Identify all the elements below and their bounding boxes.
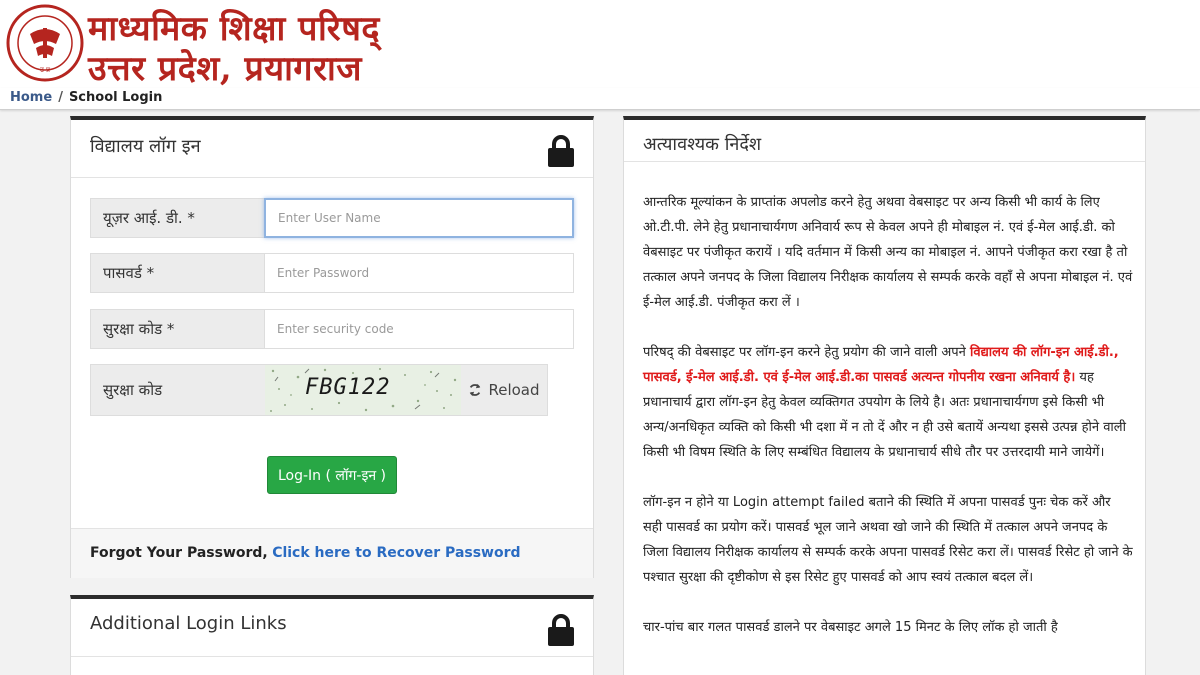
instruction-paragraph-1: आन्तरिक मूल्यांकन के प्राप्तांक अपलोड कर…: [643, 195, 1133, 310]
user-id-input[interactable]: [264, 198, 574, 238]
instructions-title: अत्यावश्यक निर्देश: [643, 134, 762, 155]
password-row: पासवर्ड *: [90, 253, 574, 293]
instructions-body: आन्तरिक मूल्यांकन के प्राप्तांक अपलोड कर…: [643, 190, 1133, 665]
forgot-password-text: Forgot Your Password,: [90, 545, 268, 561]
breadcrumb-home-link[interactable]: Home: [10, 90, 52, 105]
captcha-text: FBG122: [305, 375, 391, 400]
forgot-password-bar: Forgot Your Password, Click here to Reco…: [71, 528, 593, 578]
reload-label: Reload: [488, 381, 540, 399]
instruction-paragraph-2: परिषद् की वेबसाइट पर लॉग-इन करने हेतु प्…: [643, 340, 1133, 465]
captcha-row: सुरक्षा कोड FBG122 Reload: [90, 364, 548, 416]
links-panel-title: Additional Login Links: [90, 613, 287, 634]
breadcrumb-current: School Login: [68, 90, 163, 105]
instructions-panel: अत्यावश्यक निर्देश आन्तरिक मूल्यांकन के …: [623, 116, 1146, 675]
captcha-image: FBG122: [265, 365, 461, 415]
user-id-row: यूज़र आई. डी. *: [90, 198, 574, 238]
site-header: उ प्र माध्यमिक शिक्षा परिषद् उत्तर प्रदे…: [0, 0, 1200, 89]
breadcrumb-separator: /: [58, 90, 63, 105]
login-panel-title: विद्यालय लॉग इन: [90, 136, 201, 157]
password-label: पासवर्ड *: [90, 253, 264, 293]
breadcrumb: Home / School Login: [0, 88, 1200, 110]
lock-icon: [548, 135, 574, 167]
up-board-emblem-icon: उ प्र: [6, 4, 84, 82]
captcha-label: सुरक्षा कोड: [103, 381, 163, 399]
security-code-label: सुरक्षा कोड *: [90, 309, 264, 349]
board-location: उत्तर प्रदेश, प्रयागराज: [88, 49, 363, 89]
password-input[interactable]: [264, 253, 574, 293]
recover-password-link[interactable]: Click here to Recover Password: [272, 545, 520, 561]
instructions-panel-header: अत्यावश्यक निर्देश: [624, 120, 1145, 162]
reload-captcha-button[interactable]: Reload: [461, 365, 547, 415]
instruction-paragraph-3: लॉग-इन न होने या Login attempt failed बत…: [643, 495, 1133, 585]
security-code-row: सुरक्षा कोड *: [90, 309, 574, 349]
user-id-label: यूज़र आई. डी. *: [90, 198, 264, 238]
instruction-paragraph-4: चार-पांच बार गलत पासवर्ड डालने पर वेबसाइ…: [643, 620, 1058, 635]
school-login-panel: विद्यालय लॉग इन यूज़र आई. डी. * पासवर्ड …: [70, 116, 594, 578]
links-panel-header: Additional Login Links: [71, 599, 593, 657]
login-panel-header: विद्यालय लॉग इन: [71, 120, 593, 178]
svg-text:उ प्र: उ प्र: [40, 66, 51, 74]
refresh-icon: [470, 383, 481, 397]
lock-icon: [548, 614, 574, 646]
instruction-p2-start: परिषद् की वेबसाइट पर लॉग-इन करने हेतु प्…: [643, 345, 966, 360]
login-button[interactable]: Log-In ( लॉग-इन ): [267, 456, 397, 494]
additional-login-links-panel: Additional Login Links: [70, 595, 594, 675]
security-code-input[interactable]: [264, 309, 574, 349]
